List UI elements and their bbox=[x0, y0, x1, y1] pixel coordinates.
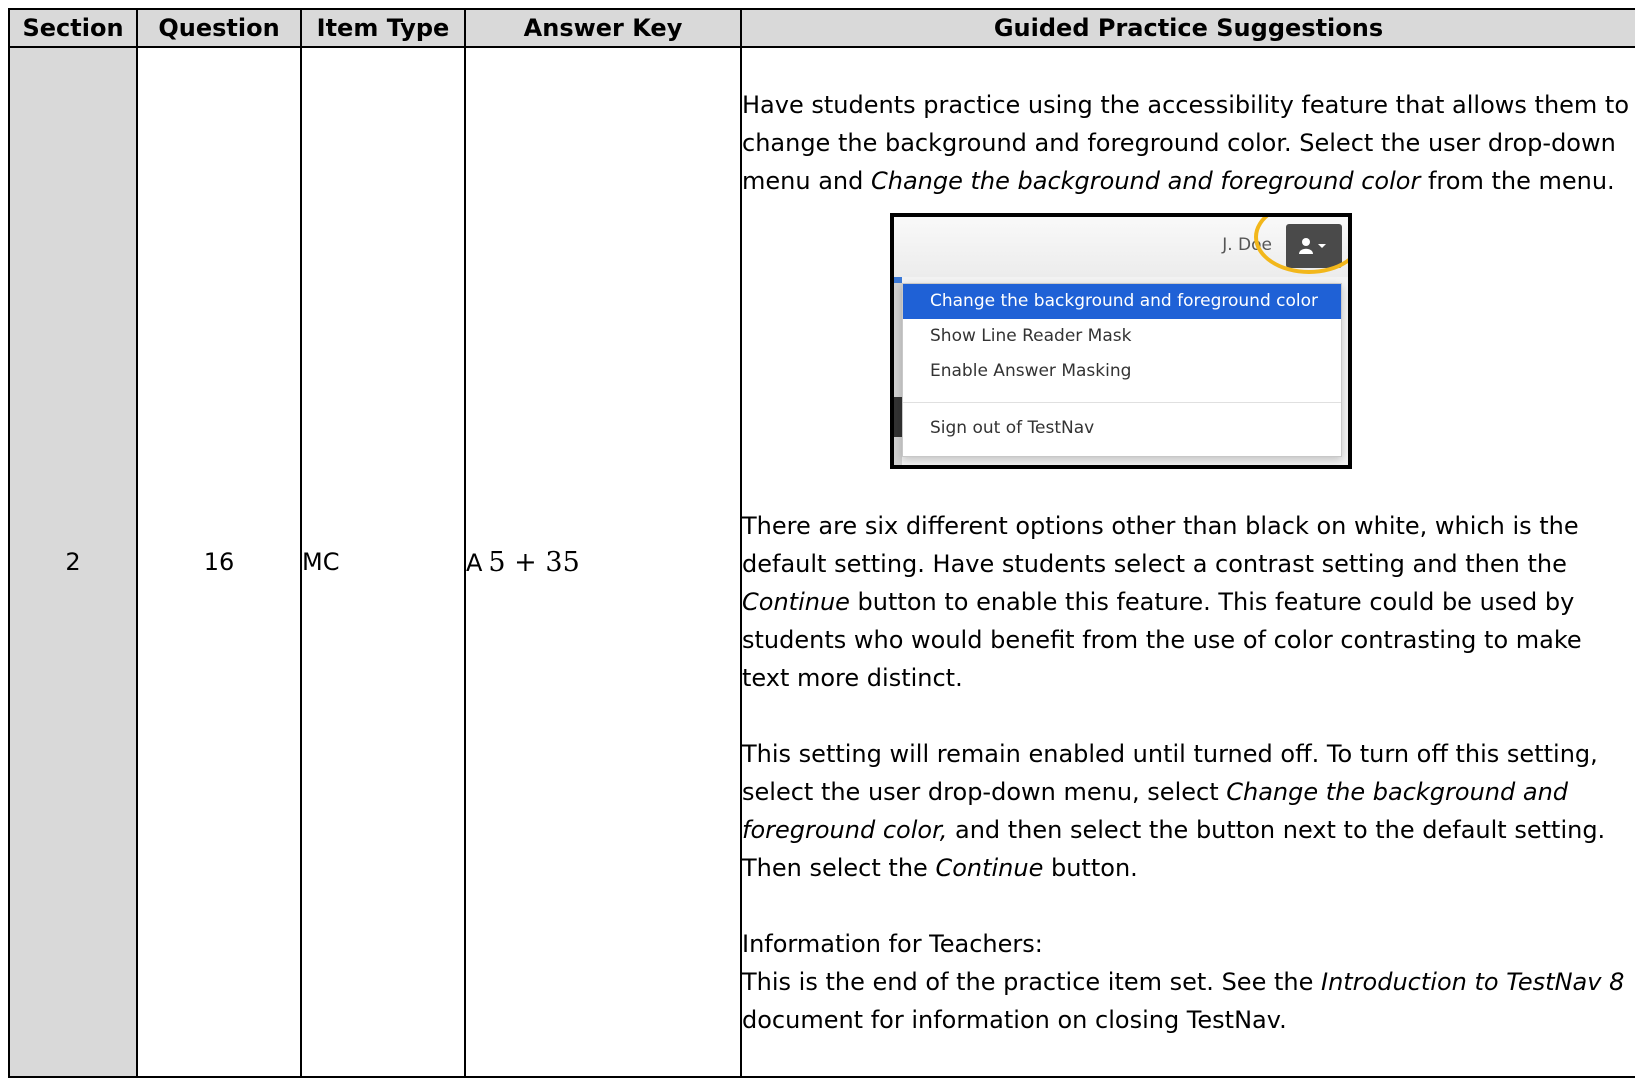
guided-paragraph-1: Have students practice using the accessi… bbox=[742, 90, 1630, 195]
table-row: 2 16 MC A5 + 35 Have students practice u… bbox=[8, 46, 1635, 1078]
answer-expression: 5 + 35 bbox=[488, 546, 580, 578]
header-answer-key: Answer Key bbox=[464, 8, 742, 48]
header-guided-practice: Guided Practice Suggestions bbox=[740, 8, 1635, 48]
header-question: Question bbox=[136, 8, 302, 48]
info-heading: Information for Teachers: bbox=[742, 929, 1043, 958]
menu-item-change-color[interactable]: Change the background and foreground col… bbox=[903, 283, 1341, 319]
header-item-type: Item Type bbox=[300, 8, 466, 48]
guided-paragraph-4: This is the end of the practice item set… bbox=[742, 967, 1625, 1034]
answer-key-table: Section Question Item Type Answer Key Gu… bbox=[8, 8, 1635, 1078]
menu-divider bbox=[903, 401, 1341, 403]
cell-answer-key: A5 + 35 bbox=[464, 46, 742, 1078]
testnav-menu-screenshot: J. Doe Change the background and foregro… bbox=[890, 212, 1352, 469]
cell-guided-practice: Have students practice using the accessi… bbox=[740, 46, 1635, 1078]
menu-item-line-reader[interactable]: Show Line Reader Mask bbox=[903, 319, 1341, 354]
answer-letter: A bbox=[466, 548, 483, 577]
page-edge bbox=[894, 276, 902, 465]
menu-item-answer-masking[interactable]: Enable Answer Masking bbox=[903, 354, 1341, 389]
menu-item-sign-out[interactable]: Sign out of TestNav bbox=[903, 411, 1341, 446]
cell-item-type: MC bbox=[300, 46, 466, 1078]
user-dropdown-menu: Change the background and foreground col… bbox=[902, 282, 1342, 457]
cell-section: 2 bbox=[8, 46, 138, 1078]
page-edge-accent bbox=[894, 276, 902, 283]
guided-paragraph-3: This setting will remain enabled until t… bbox=[742, 739, 1606, 882]
header-row: Section Question Item Type Answer Key Gu… bbox=[8, 8, 1635, 48]
testnav-topbar: J. Doe bbox=[894, 216, 1348, 277]
cell-question: 16 bbox=[136, 46, 302, 1078]
header-section: Section bbox=[8, 8, 138, 48]
guided-paragraph-2: There are six different options other th… bbox=[742, 511, 1582, 692]
highlight-circle bbox=[1254, 216, 1348, 274]
